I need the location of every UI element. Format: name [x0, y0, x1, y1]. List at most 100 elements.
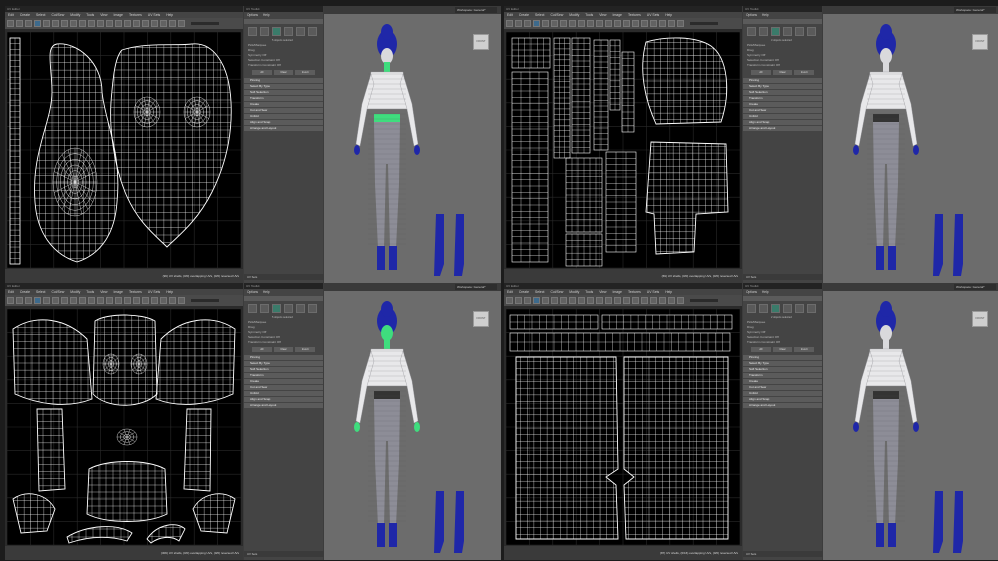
toolbar-icon[interactable]	[88, 20, 95, 27]
menu-item[interactable]: UV Sets	[647, 289, 659, 295]
toolbar-icon[interactable]	[97, 20, 104, 27]
selection-mode-icon[interactable]	[795, 304, 804, 313]
uv-viewport[interactable]	[7, 309, 241, 545]
menu-item[interactable]: Textures	[129, 289, 142, 295]
selection-mode-icon[interactable]	[807, 27, 816, 36]
menu-item[interactable]: Select	[535, 289, 544, 295]
toolbar-icon[interactable]	[578, 297, 585, 304]
toolbar-icon[interactable]	[142, 297, 149, 304]
toolbar-icon[interactable]	[79, 20, 86, 27]
menu-item[interactable]: View	[100, 12, 107, 18]
selection-button[interactable]: Invert	[295, 347, 316, 352]
selection-button[interactable]: All	[252, 347, 272, 352]
toolbar-icon[interactable]	[569, 20, 576, 27]
menu-item[interactable]: UV Sets	[148, 12, 160, 18]
toolkit-section[interactable]: Cut and Sew	[244, 385, 323, 390]
toolbar-icon[interactable]	[70, 20, 77, 27]
menu-item[interactable]: Cut/Sew	[51, 12, 64, 18]
transform-constraint-value[interactable]: Off	[277, 340, 281, 344]
toolbar-icon[interactable]	[515, 297, 522, 304]
menu-item[interactable]: Tools	[585, 289, 593, 295]
exposure-slider[interactable]	[690, 22, 718, 25]
toolkit-section[interactable]: Unfold	[743, 391, 822, 396]
3d-viewport[interactable]: Workspace: General* FRONT	[324, 283, 501, 560]
toolbar-icon[interactable]	[551, 20, 558, 27]
toolbar-icon[interactable]	[515, 20, 522, 27]
exposure-slider[interactable]	[191, 22, 219, 25]
toolbar-icon[interactable]	[25, 297, 32, 304]
selection-mode-icon[interactable]	[747, 27, 756, 36]
menu-item[interactable]: Edit	[507, 289, 513, 295]
selection-mode-icon[interactable]	[795, 27, 804, 36]
3d-viewport[interactable]: Workspace: General* FRONT	[324, 6, 501, 283]
toolbar-icon[interactable]	[614, 297, 621, 304]
selection-mode-icon[interactable]	[308, 304, 317, 313]
menu-item[interactable]: Modify	[569, 289, 579, 295]
menu-item[interactable]: Cut/Sew	[51, 289, 64, 295]
symmetry-value[interactable]: Off	[761, 330, 765, 334]
toolkit-section[interactable]: Arrange and Layout	[743, 126, 822, 131]
toolbar-icon[interactable]	[659, 297, 666, 304]
toolbar-icon[interactable]	[632, 20, 639, 27]
uv-sets-footer[interactable]: UV Sets	[244, 274, 326, 280]
toolkit-section[interactable]: Soft Selection	[244, 367, 323, 372]
toolbar-icon[interactable]	[551, 297, 558, 304]
transform-constraint-value[interactable]: Off	[277, 63, 281, 67]
toolbar-icon[interactable]	[169, 297, 176, 304]
toolbar-icon[interactable]	[641, 20, 648, 27]
toolbar-icon[interactable]	[16, 20, 23, 27]
menu-item[interactable]: Cut/Sew	[550, 12, 563, 18]
menu-item[interactable]: Help	[166, 12, 173, 18]
3d-viewport[interactable]: Workspace: General* FRONT	[823, 283, 998, 560]
toolbar-icon[interactable]	[650, 20, 657, 27]
toolbar-icon[interactable]	[79, 297, 86, 304]
selection-mode-icon[interactable]	[759, 304, 768, 313]
toolbar-icon[interactable]	[533, 297, 540, 304]
menu-item[interactable]: Create	[519, 12, 529, 18]
toolbar-icon[interactable]	[605, 20, 612, 27]
uv-sets-footer[interactable]: UV Sets	[743, 274, 825, 280]
toolkit-section[interactable]: Arrange and Layout	[244, 126, 323, 131]
toolbar-icon[interactable]	[614, 20, 621, 27]
toolbar-icon[interactable]	[97, 297, 104, 304]
toolkit-tab[interactable]: Options	[746, 12, 757, 18]
selection-button[interactable]: All	[751, 347, 771, 352]
menu-item[interactable]: Tools	[585, 12, 593, 18]
menu-item[interactable]: Image	[114, 289, 123, 295]
toolkit-section[interactable]: Pinning	[244, 355, 323, 360]
toolbar-icon[interactable]	[43, 20, 50, 27]
toolkit-section[interactable]: Arrange and Layout	[244, 403, 323, 408]
toolbar-icon[interactable]	[70, 297, 77, 304]
toolbar-icon[interactable]	[587, 297, 594, 304]
toolkit-section[interactable]: Soft Selection	[743, 90, 822, 95]
toolkit-section[interactable]: Transform	[244, 373, 323, 378]
exposure-slider[interactable]	[690, 299, 718, 302]
menu-item[interactable]: Create	[20, 12, 30, 18]
toolbar-icon[interactable]	[151, 297, 158, 304]
toolkit-section[interactable]: Pinning	[743, 78, 822, 83]
selection-mode-icon[interactable]	[308, 27, 317, 36]
menu-item[interactable]: UV Sets	[148, 289, 160, 295]
toolkit-section[interactable]: Transform	[743, 96, 822, 101]
toolbar-icon[interactable]	[151, 20, 158, 27]
menu-item[interactable]: Modify	[569, 12, 579, 18]
uv-viewport[interactable]	[506, 32, 740, 268]
toolbar-icon[interactable]	[178, 297, 185, 304]
toolkit-section[interactable]: Align and Snap	[743, 397, 822, 402]
menu-item[interactable]: Create	[519, 289, 529, 295]
exposure-slider[interactable]	[191, 299, 219, 302]
selection-mode-icon[interactable]	[807, 304, 816, 313]
toolbar-icon[interactable]	[115, 20, 122, 27]
selection-mode-icon[interactable]	[248, 27, 257, 36]
uv-sets-footer[interactable]: UV Sets	[743, 551, 825, 557]
toolbar-icon[interactable]	[106, 297, 113, 304]
toolbar-icon[interactable]	[560, 20, 567, 27]
toolbar-icon[interactable]	[677, 20, 684, 27]
selection-mode-icon[interactable]	[284, 304, 293, 313]
menu-item[interactable]: Image	[613, 12, 622, 18]
toolbar-icon[interactable]	[569, 297, 576, 304]
selection-mode-icon[interactable]	[248, 304, 257, 313]
toolkit-section[interactable]: Pinning	[244, 78, 323, 83]
menu-item[interactable]: Modify	[70, 289, 80, 295]
selection-button[interactable]: All	[751, 70, 771, 75]
